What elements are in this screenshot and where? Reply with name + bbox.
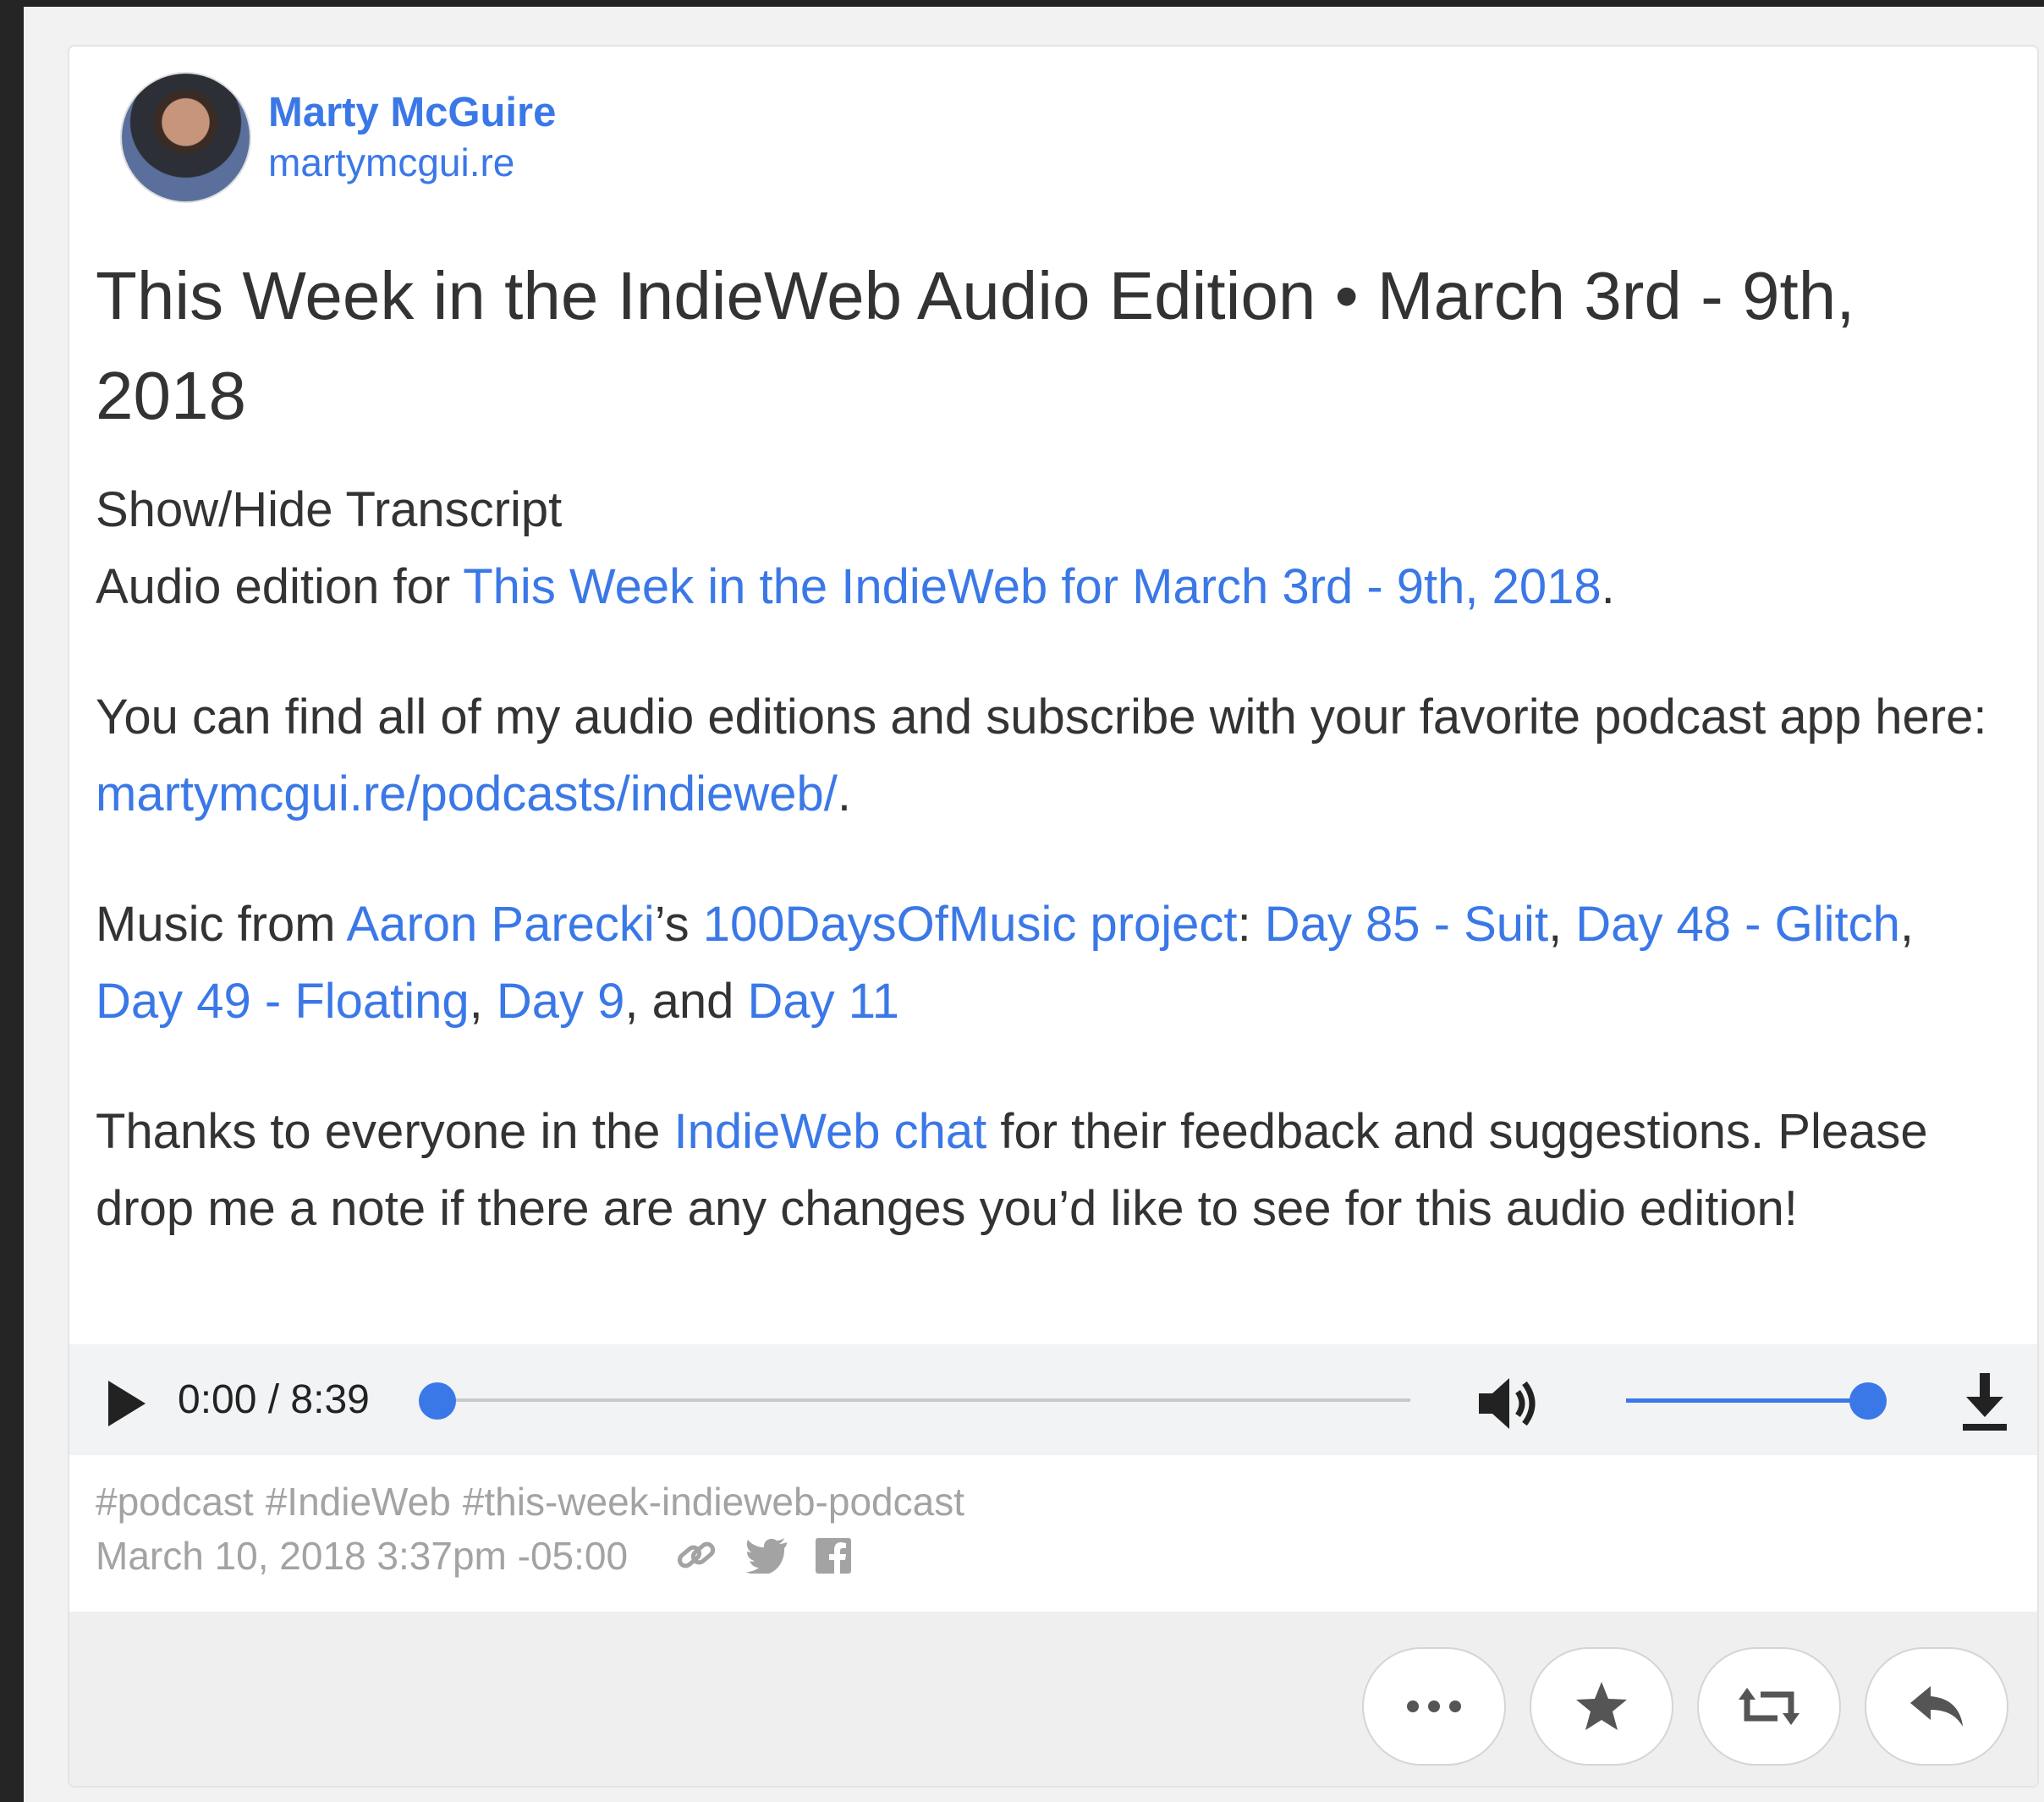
- text: ,: [469, 974, 497, 1029]
- volume-icon[interactable]: [1475, 1375, 1543, 1432]
- text: Music from: [96, 897, 347, 952]
- more-button[interactable]: [1362, 1647, 1506, 1766]
- aaron-parecki-link[interactable]: Aaron Parecki: [347, 897, 655, 952]
- text: , and: [624, 974, 748, 1029]
- day49-link[interactable]: Day 49 - Floating: [96, 974, 470, 1029]
- meta-icons: [675, 1536, 852, 1576]
- text: Thanks to everyone in the: [96, 1104, 674, 1159]
- page-frame: Marty McGuire martymcgui.re This Week in…: [24, 7, 2044, 1802]
- author-name-link[interactable]: Marty McGuire: [268, 87, 556, 138]
- text: :: [1237, 897, 1265, 952]
- text: ’s: [654, 897, 703, 952]
- post-meta: March 10, 2018 3:37pm -05:00: [96, 1530, 852, 1581]
- author-url-link[interactable]: martymcgui.re: [268, 138, 556, 187]
- repost-button[interactable]: [1697, 1647, 1841, 1766]
- tag-list: #podcast #IndieWeb #this-week-indieweb-pod…: [96, 1476, 976, 1527]
- text: .: [837, 766, 851, 821]
- avatar[interactable]: [120, 71, 251, 203]
- volume-thumb[interactable]: [1849, 1382, 1887, 1420]
- volume-track[interactable]: [1626, 1398, 1880, 1403]
- repost-icon: [1739, 1688, 1799, 1725]
- transcript-toggle[interactable]: Show/Hide Transcript: [96, 471, 2012, 548]
- timestamp[interactable]: March 10, 2018 3:37pm -05:00: [96, 1533, 628, 1579]
- text: ,: [1899, 897, 1914, 952]
- favorite-button[interactable]: [1530, 1647, 1673, 1766]
- twitw-link[interactable]: This Week in the IndieWeb for March 3rd …: [463, 559, 1601, 614]
- text: You can find all of my audio editions an…: [96, 689, 1987, 744]
- day85-link[interactable]: Day 85 - Suit: [1265, 897, 1548, 952]
- post-title: This Week in the IndieWeb Audio Edition …: [96, 258, 1855, 433]
- tag-link[interactable]: #podcast: [96, 1480, 254, 1524]
- author-header: Marty McGuire martymcgui.re: [120, 69, 556, 205]
- progress-track[interactable]: [437, 1398, 1410, 1402]
- paragraph-audio-edition: Audio edition for This Week in the Indie…: [96, 548, 2012, 625]
- twitter-icon[interactable]: [746, 1538, 788, 1574]
- download-icon[interactable]: [1954, 1370, 2015, 1434]
- author-info: Marty McGuire martymcgui.re: [268, 87, 556, 187]
- text: .: [1601, 559, 1615, 614]
- audio-player: 0:00 / 8:39: [69, 1344, 2037, 1455]
- text: Audio edition for: [96, 559, 464, 614]
- more-icon: [1407, 1700, 1461, 1712]
- tag-link[interactable]: #this-week-indieweb-podcast: [463, 1480, 964, 1524]
- action-bar: [69, 1612, 2037, 1786]
- reply-icon: [1910, 1686, 1963, 1727]
- day11-link[interactable]: Day 11: [748, 974, 899, 1029]
- post-card: Marty McGuire martymcgui.re This Week in…: [68, 45, 2039, 1788]
- facebook-icon[interactable]: [816, 1538, 852, 1574]
- reply-button[interactable]: [1865, 1647, 2008, 1766]
- day48-link[interactable]: Day 48 - Glitch: [1575, 897, 1900, 952]
- progress-thumb[interactable]: [419, 1382, 456, 1420]
- tag-link[interactable]: #IndieWeb: [266, 1480, 451, 1524]
- paragraph-thanks: Thanks to everyone in the IndieWeb chat …: [96, 1093, 2012, 1247]
- link-icon[interactable]: [675, 1536, 719, 1576]
- day9-link[interactable]: Day 9: [497, 974, 625, 1029]
- indieweb-chat-link[interactable]: IndieWeb chat: [674, 1104, 987, 1159]
- paragraph-music: Music from Aaron Parecki’s 100DaysOfMusi…: [96, 886, 2012, 1040]
- star-icon: [1576, 1682, 1627, 1730]
- project-link[interactable]: 100DaysOfMusic project: [703, 897, 1238, 952]
- text: ,: [1548, 897, 1576, 952]
- post-content: Show/Hide Transcript Audio edition for T…: [96, 471, 2012, 1300]
- play-icon[interactable]: [108, 1381, 146, 1426]
- paragraph-subscribe: You can find all of my audio editions an…: [96, 678, 2012, 832]
- podcasts-link[interactable]: martymcgui.re/podcasts/indieweb/: [96, 766, 838, 821]
- time-display: 0:00 / 8:39: [178, 1377, 370, 1422]
